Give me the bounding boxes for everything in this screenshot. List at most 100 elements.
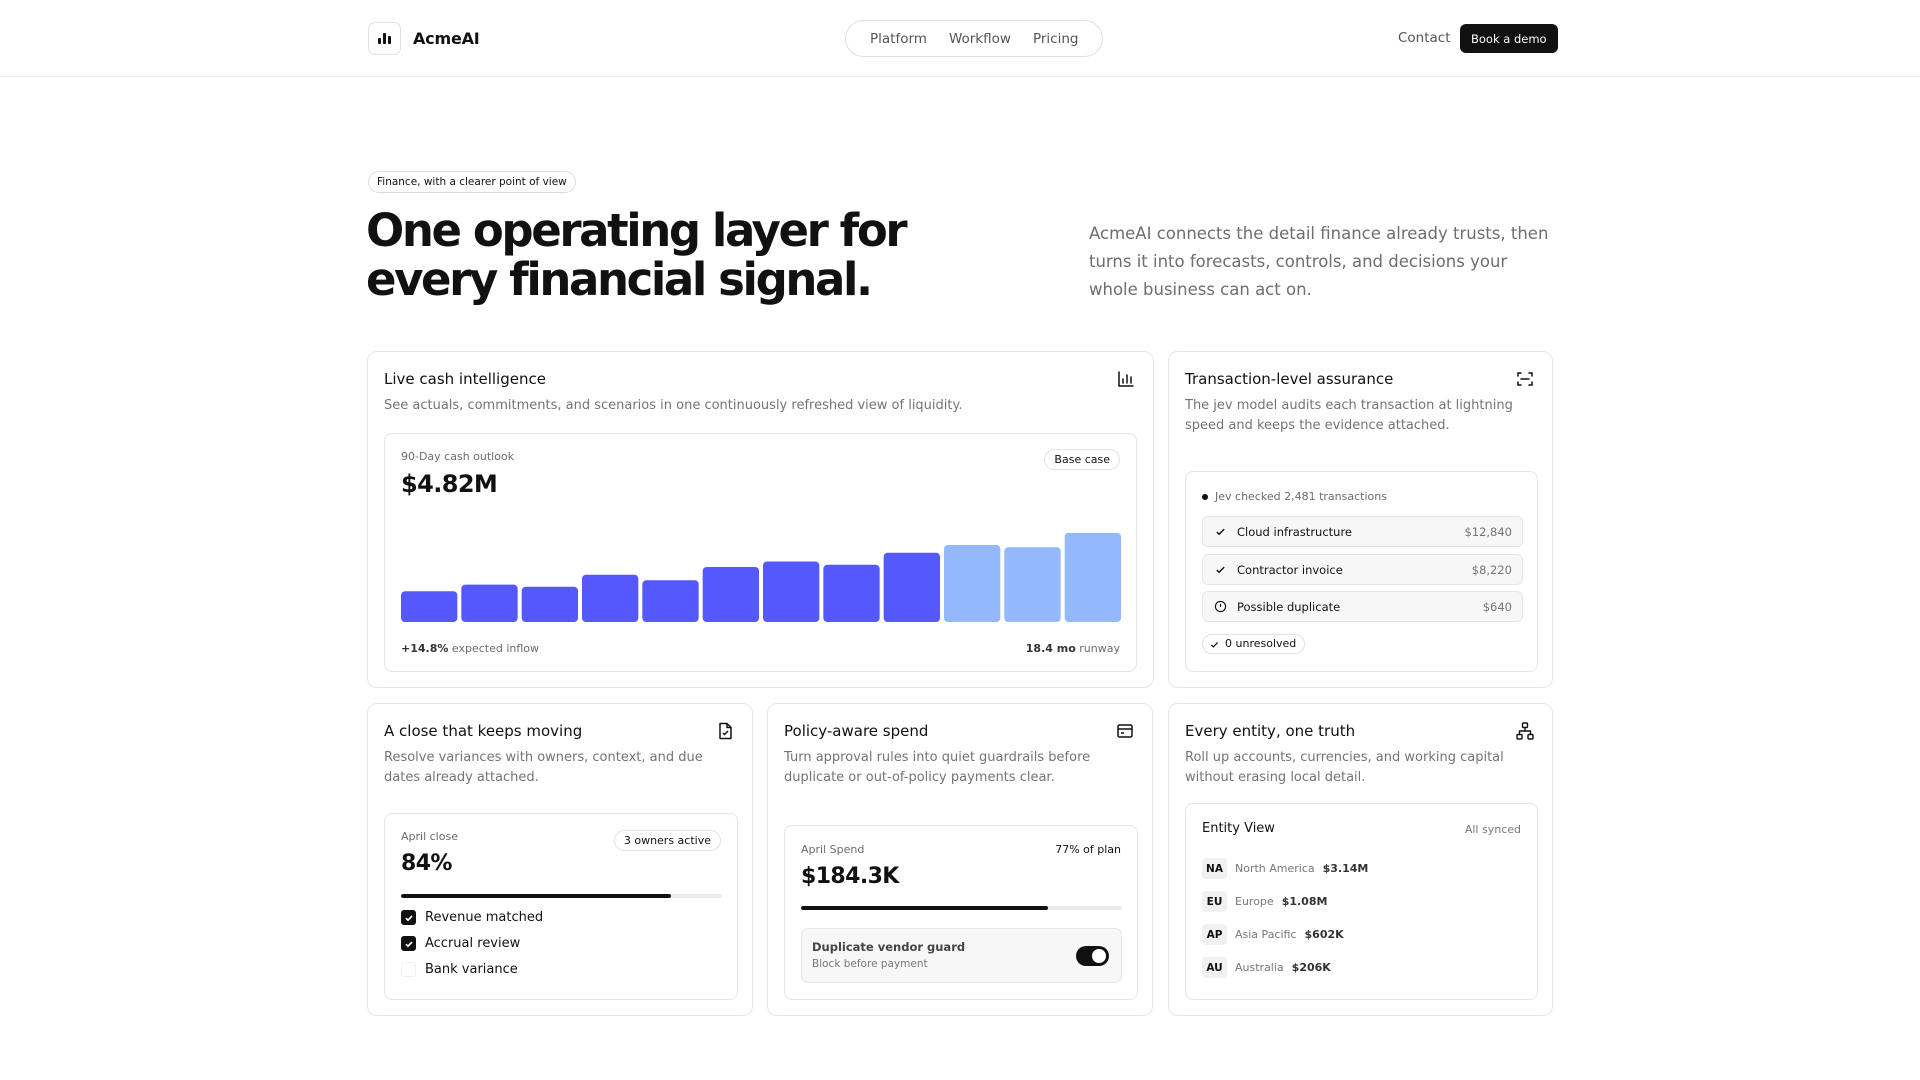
progress-fill bbox=[801, 906, 1049, 910]
hero-title-line-1: One operating layer for bbox=[366, 204, 908, 257]
cash-bar-4 bbox=[582, 574, 639, 622]
checked-text: Jev checked 2,481 transactions bbox=[1215, 490, 1387, 503]
entity-row[interactable]: NA North America $3.14M bbox=[1202, 858, 1368, 879]
cash-bar-6 bbox=[702, 567, 759, 622]
transaction-row[interactable]: Contractor invoice $8,220 bbox=[1202, 554, 1523, 585]
checkbox-checked-icon[interactable] bbox=[401, 910, 416, 925]
close-progress-panel: April close 3 owners active 84% Revenue … bbox=[384, 813, 738, 1000]
cash-bar-11 bbox=[1004, 547, 1061, 622]
contact-link[interactable]: Contact bbox=[1398, 30, 1451, 46]
outlook-value: $4.82M bbox=[401, 470, 498, 498]
entity-code: AU bbox=[1202, 957, 1227, 978]
plan-percent: 77% of plan bbox=[1055, 843, 1121, 856]
transaction-row[interactable]: Cloud infrastructure $12,840 bbox=[1202, 516, 1523, 547]
card-title: Live cash intelligence bbox=[384, 370, 546, 388]
close-label: April close bbox=[401, 830, 458, 843]
entity-row[interactable]: AU Australia $206K bbox=[1202, 957, 1331, 978]
status-dot-icon bbox=[1202, 493, 1208, 500]
cash-bar-1 bbox=[401, 591, 458, 622]
hero-subtitle: AcmeAI connects the detail finance alrea… bbox=[1089, 224, 1549, 299]
transaction-name: Contractor invoice bbox=[1237, 563, 1343, 577]
cash-bar-7 bbox=[763, 561, 820, 622]
logo-icon bbox=[368, 22, 401, 55]
policy-spend-card: Policy-aware spend Turn approval rules i… bbox=[767, 703, 1153, 1016]
card-description: Roll up accounts, currencies, and workin… bbox=[1185, 750, 1504, 785]
checklist-label: Bank variance bbox=[425, 962, 518, 977]
transaction-panel: Jev checked 2,481 transactions Cloud inf… bbox=[1185, 471, 1538, 672]
checked-status: Jev checked 2,481 transactions bbox=[1202, 490, 1387, 503]
cash-bar-8 bbox=[823, 564, 880, 622]
main-nav: Platform Workflow Pricing bbox=[845, 20, 1104, 57]
cash-bar-12 bbox=[1064, 532, 1121, 622]
spend-label: April Spend bbox=[801, 843, 865, 856]
card-description: Turn approval rules into quiet guardrail… bbox=[784, 750, 1091, 785]
entity-row[interactable]: AP Asia Pacific $602K bbox=[1202, 924, 1344, 945]
cash-bar-5 bbox=[642, 580, 699, 622]
scan-icon bbox=[1517, 372, 1533, 386]
card-title: A close that keeps moving bbox=[384, 722, 583, 740]
runway-value: 18.4 mo bbox=[1025, 642, 1076, 655]
checkbox-unchecked-icon[interactable] bbox=[401, 962, 416, 977]
owners-badge: 3 owners active bbox=[613, 830, 721, 851]
cash-outlook-panel: 90-Day cash outlook $4.82M Base case +14… bbox=[384, 433, 1137, 672]
cash-bar-2 bbox=[461, 584, 518, 622]
nav-pricing[interactable]: Pricing bbox=[1022, 31, 1090, 47]
guard-toggle[interactable] bbox=[1076, 946, 1109, 966]
alert-circle-icon bbox=[1214, 600, 1227, 613]
book-demo-button[interactable]: Book a demo bbox=[1460, 24, 1558, 53]
sync-status: All synced bbox=[1464, 823, 1521, 836]
card-title: Transaction-level assurance bbox=[1185, 370, 1394, 388]
card-icon bbox=[1117, 724, 1133, 738]
entity-name: Europe bbox=[1235, 895, 1274, 908]
transaction-amount: $12,840 bbox=[1464, 525, 1512, 539]
entity-code: AP bbox=[1202, 924, 1227, 945]
entity-row[interactable]: EU Europe $1.08M bbox=[1202, 891, 1327, 912]
spend-progress-bar bbox=[801, 906, 1122, 910]
transaction-name: Cloud infrastructure bbox=[1237, 525, 1352, 539]
inflow-value: +14.8% bbox=[401, 642, 449, 655]
outlook-label: 90-Day cash outlook bbox=[401, 450, 515, 463]
check-icon bbox=[1216, 566, 1225, 574]
nav-workflow[interactable]: Workflow bbox=[938, 31, 1022, 47]
runway-label: runway bbox=[1079, 642, 1120, 655]
scenario-badge[interactable]: Base case bbox=[1044, 449, 1120, 470]
expected-inflow: +14.8% expected inflow bbox=[401, 642, 539, 655]
checkbox-checked-icon[interactable] bbox=[401, 936, 416, 951]
entity-value: $1.08M bbox=[1281, 895, 1328, 908]
entity-view-title: Entity View bbox=[1202, 821, 1275, 836]
checklist-item[interactable]: Accrual review bbox=[401, 936, 520, 951]
entity-name: Australia bbox=[1235, 961, 1284, 974]
hero-pill: Finance, with a clearer point of view bbox=[368, 171, 576, 193]
transaction-row[interactable]: Possible duplicate $640 bbox=[1202, 591, 1523, 622]
checklist-item[interactable]: Bank variance bbox=[401, 962, 518, 977]
checklist-label: Revenue matched bbox=[425, 910, 544, 925]
checklist-label: Accrual review bbox=[425, 936, 521, 951]
hero-title: One operating layer for every financial … bbox=[366, 206, 926, 304]
card-title: Policy-aware spend bbox=[784, 722, 929, 740]
cash-bar-9 bbox=[883, 552, 940, 622]
transaction-name: Possible duplicate bbox=[1237, 600, 1341, 614]
card-description: Resolve variances with owners, context, … bbox=[384, 750, 703, 785]
entity-value: $206K bbox=[1291, 961, 1331, 974]
entity-view-panel: Entity View All synced NA North America … bbox=[1185, 803, 1538, 1000]
check-icon bbox=[1216, 528, 1225, 536]
guard-subtitle: Block before payment bbox=[812, 958, 928, 970]
card-description: See actuals, commitments, and scenarios … bbox=[384, 398, 963, 413]
card-description: The jev model audits each transaction at… bbox=[1185, 398, 1513, 433]
spend-value: $184.3K bbox=[801, 864, 899, 889]
brand[interactable]: AcmeAI bbox=[368, 22, 480, 55]
unresolved-text: 0 unresolved bbox=[1225, 637, 1297, 650]
document-icon bbox=[719, 722, 732, 740]
entity-name: North America bbox=[1235, 862, 1315, 875]
nav-platform[interactable]: Platform bbox=[859, 31, 938, 47]
entity-code: NA bbox=[1202, 858, 1227, 879]
spend-panel: April Spend 77% of plan $184.3K Duplicat… bbox=[784, 825, 1138, 1000]
transaction-amount: $8,220 bbox=[1471, 563, 1512, 577]
entity-value: $602K bbox=[1304, 928, 1344, 941]
close-value: 84% bbox=[401, 851, 452, 876]
guard-title: Duplicate vendor guard bbox=[812, 940, 966, 954]
transaction-assurance-card: Transaction-level assurance The jev mode… bbox=[1168, 351, 1553, 688]
network-icon bbox=[1516, 722, 1534, 740]
brand-name: AcmeAI bbox=[413, 29, 480, 48]
checklist-item[interactable]: Revenue matched bbox=[401, 910, 543, 925]
